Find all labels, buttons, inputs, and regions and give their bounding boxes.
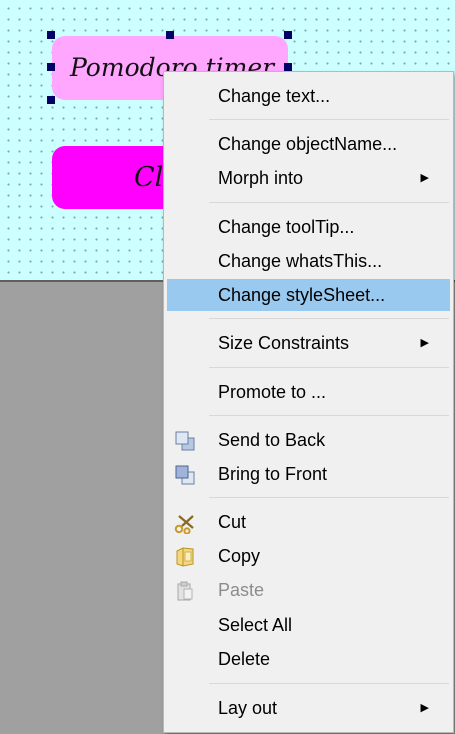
menu-item-label: Promote to ... <box>218 382 327 402</box>
menu-item-label: Select All <box>218 615 293 635</box>
bring-to-front-icon <box>173 464 197 486</box>
scissors-icon <box>173 512 197 535</box>
menu-item-morph-into[interactable]: Morph into ▶ <box>167 162 450 194</box>
send-to-back-icon <box>173 430 197 452</box>
menu-item-label: Morph into <box>218 168 304 188</box>
menu-separator <box>209 415 449 416</box>
copy-icon <box>173 546 197 568</box>
menu-item-change-whatsthis[interactable]: Change whatsThis... <box>167 245 450 277</box>
menu-item-lay-out[interactable]: Lay out ▶ <box>167 692 450 724</box>
menu-item-label: Delete <box>218 649 271 669</box>
submenu-arrow-icon: ▶ <box>420 702 429 714</box>
menu-item-label: Size Constraints <box>218 333 350 353</box>
submenu-arrow-icon: ▶ <box>420 172 429 184</box>
menu-item-promote-to[interactable]: Promote to ... <box>167 376 450 408</box>
menu-item-paste[interactable]: Paste <box>167 574 450 606</box>
menu-item-copy[interactable]: Copy <box>167 540 450 572</box>
paste-icon <box>173 580 197 602</box>
menu-item-label: Change objectName... <box>218 134 398 154</box>
menu-item-label: Lay out <box>218 698 278 718</box>
selection-handle-top-right[interactable] <box>284 31 292 39</box>
selection-handle-middle-right[interactable] <box>284 63 292 71</box>
menu-item-change-objectname[interactable]: Change objectName... <box>167 128 450 160</box>
menu-item-label: Bring to Front <box>218 464 328 484</box>
menu-item-label: Change styleSheet... <box>218 285 386 305</box>
menu-separator <box>209 119 449 120</box>
selection-handle-top-left[interactable] <box>47 31 55 39</box>
menu-item-label: Paste <box>218 580 265 600</box>
menu-separator <box>209 202 449 203</box>
menu-item-select-all[interactable]: Select All <box>167 609 450 641</box>
menu-item-label: Cut <box>218 512 247 532</box>
menu-item-size-constraints[interactable]: Size Constraints ▶ <box>167 327 450 359</box>
menu-item-label: Copy <box>218 546 261 566</box>
menu-item-bring-to-front[interactable]: Bring to Front <box>167 458 450 490</box>
submenu-arrow-icon: ▶ <box>420 337 429 349</box>
menu-item-change-tooltip[interactable]: Change toolTip... <box>167 211 450 243</box>
menu-separator <box>209 318 449 319</box>
menu-item-label: Change toolTip... <box>218 217 355 237</box>
context-menu: Change text... Change objectName... Morp… <box>163 71 454 733</box>
menu-separator <box>209 683 449 684</box>
menu-separator <box>209 367 449 368</box>
menu-item-send-to-back[interactable]: Send to Back <box>167 424 450 456</box>
menu-separator <box>209 497 449 498</box>
menu-item-cut[interactable]: Cut <box>167 506 450 538</box>
menu-item-label: Send to Back <box>218 430 326 450</box>
menu-item-delete[interactable]: Delete <box>167 643 450 675</box>
menu-item-label: Change whatsThis... <box>218 251 383 271</box>
selection-handle-bottom-left[interactable] <box>47 96 55 104</box>
menu-item-label: Change text... <box>218 86 331 106</box>
menu-item-change-stylesheet[interactable]: Change styleSheet... <box>167 279 450 311</box>
menu-item-change-text[interactable]: Change text... <box>167 80 450 112</box>
selection-handle-middle-left[interactable] <box>47 63 55 71</box>
selection-handle-top-center[interactable] <box>166 31 174 39</box>
